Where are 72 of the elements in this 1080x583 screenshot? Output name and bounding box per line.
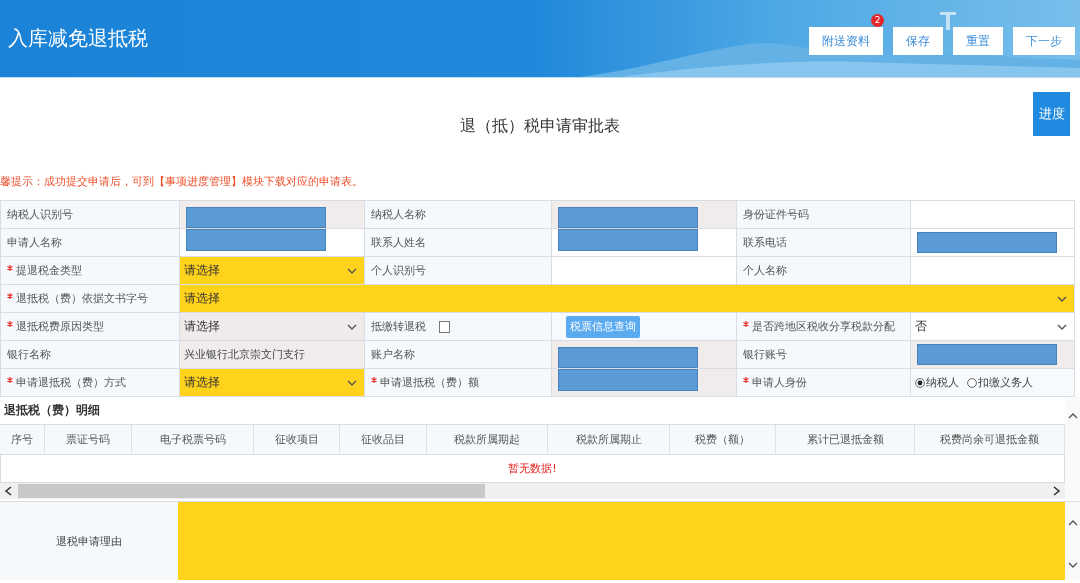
column-header: 税款所属期止 (548, 425, 670, 454)
field-label: 申请退抵税（费）额 (380, 375, 479, 390)
horizontal-scrollbar[interactable] (0, 483, 1065, 499)
column-header: 票证号码 (45, 425, 132, 454)
field-label: 申请退抵税（费）方式 (16, 375, 126, 390)
field-label: 身份证件号码 (743, 207, 809, 222)
input-field[interactable] (552, 201, 736, 228)
select-field[interactable]: 请选择 (180, 285, 1074, 312)
select-field[interactable]: 否 (911, 313, 1074, 340)
notice-text: 馨提示：成功提交申请后，可到【事项进度管理】模块下载对应的申请表。 (0, 173, 363, 189)
toolbar-button[interactable]: 附送资料 (809, 27, 883, 55)
field-label: 个人名称 (743, 263, 787, 278)
field-label: 银行名称 (7, 347, 51, 362)
field-label: 退抵税（费）依据文书字号 (16, 291, 148, 306)
chevron-down-icon (1057, 323, 1067, 330)
select-field[interactable]: 请选择 (180, 257, 364, 284)
field-label: 退抵税费原因类型 (16, 319, 104, 334)
field-label: 申请人身份 (752, 375, 807, 390)
column-header: 征收项目 (254, 425, 340, 454)
select-field[interactable]: 请选择 (180, 369, 364, 396)
input-field[interactable] (552, 341, 736, 368)
chevron-down-icon (1057, 295, 1067, 302)
column-header: 电子税票号码 (132, 425, 254, 454)
chevron-down-icon (347, 267, 357, 274)
empty-message: 暂无数据! (508, 461, 557, 476)
checkbox[interactable] (439, 320, 450, 333)
input-field[interactable] (552, 369, 736, 396)
field-label: 是否跨地区税收分享税款分配 (752, 319, 895, 334)
radio-option[interactable]: 扣缴义务人 (967, 375, 1033, 390)
app-title: 入库减免退抵税 (8, 25, 148, 52)
field-label: 个人识别号 (371, 263, 426, 278)
chevron-down-icon (347, 323, 357, 330)
toolbar-button[interactable]: 重置 (953, 27, 1003, 55)
toolbar-button[interactable]: 保存 (893, 27, 943, 55)
chevron-up-icon (1067, 413, 1078, 419)
input-field[interactable]: 兴业银行北京崇文门支行 (180, 341, 364, 368)
column-header: 税款所属期起 (427, 425, 548, 454)
input-field[interactable] (552, 229, 736, 256)
chevron-down-icon (347, 379, 357, 386)
column-header: 累计已退抵金额 (776, 425, 915, 454)
column-header: 序号 (0, 425, 45, 454)
column-header: 税费（额） (670, 425, 776, 454)
field-label: 退税申请理由 (0, 502, 178, 580)
field-label: 申请人名称 (7, 235, 62, 250)
field-label: 抵缴转退税 (371, 319, 426, 334)
select-field[interactable]: 请选择 (180, 313, 364, 340)
chevron-up-icon (1067, 520, 1078, 526)
column-header: 征收品目 (340, 425, 427, 454)
count-badge: 2 (871, 14, 884, 27)
field-label: 纳税人识别号 (7, 207, 73, 222)
field-label: 银行账号 (743, 347, 787, 362)
toolbar-button[interactable]: 下一步 (1013, 27, 1075, 55)
progress-button[interactable]: 进度 (1033, 92, 1070, 136)
field-label: 联系电话 (743, 235, 787, 250)
radio-option[interactable]: 纳税人 (915, 375, 959, 390)
form-title: 退（抵）税申请审批表 (460, 116, 620, 137)
input-field[interactable] (180, 229, 364, 256)
input-field[interactable] (911, 201, 1074, 228)
vertical-scrollbar[interactable] (1065, 397, 1080, 499)
chevron-down-icon (1067, 562, 1078, 568)
scrollbar-thumb[interactable] (18, 484, 485, 498)
input-field[interactable] (911, 229, 1074, 256)
field-label: 提退税金类型 (16, 263, 82, 278)
input-field[interactable] (911, 341, 1074, 368)
field-label: 联系人姓名 (371, 235, 426, 250)
field-label: 账户名称 (371, 347, 415, 362)
vertical-scrollbar[interactable] (1065, 502, 1080, 580)
section-title: 退抵税（费）明细 (4, 402, 100, 419)
input-field[interactable] (180, 201, 364, 228)
input-field[interactable] (552, 257, 736, 284)
input-field[interactable] (911, 257, 1074, 284)
field-label: 纳税人名称 (371, 207, 426, 222)
